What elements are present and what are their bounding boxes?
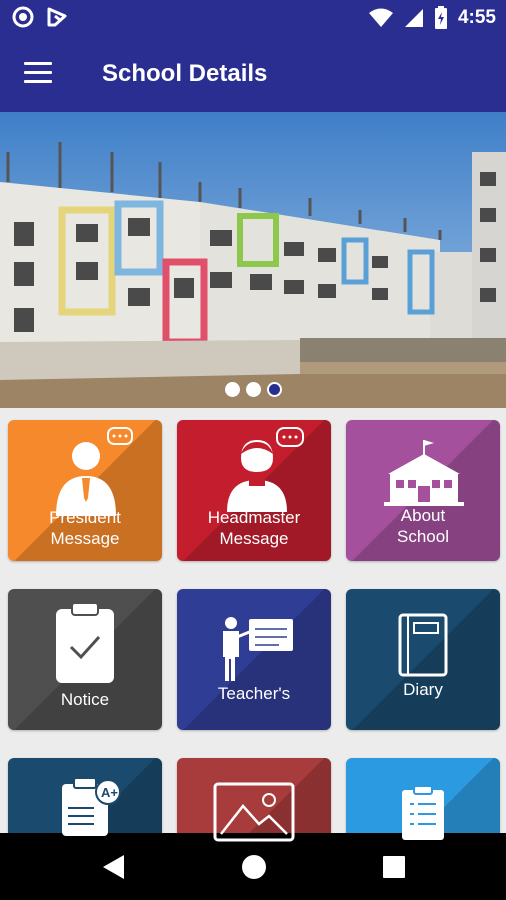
- about-school-tile[interactable]: About School: [346, 420, 500, 561]
- page-title: School Details: [102, 60, 268, 87]
- tile-label: About School: [346, 505, 500, 547]
- president-avatar-icon: [56, 427, 133, 516]
- teachers-tile[interactable]: Teacher's: [177, 589, 331, 730]
- notice-tile[interactable]: Notice: [8, 589, 162, 730]
- diary-tile[interactable]: Diary: [346, 589, 500, 730]
- school-building-photo: [0, 112, 506, 408]
- cell-signal-icon: [404, 9, 423, 27]
- checklist-icon: [402, 785, 444, 840]
- tile-label-line: School: [397, 527, 449, 546]
- home-icon[interactable]: [241, 853, 267, 881]
- tile-label: Notice: [60, 690, 110, 709]
- back-icon[interactable]: [100, 853, 126, 881]
- tile-label: Headmaster Message: [177, 507, 331, 549]
- system-navigation-bar: [0, 833, 506, 900]
- tile-label-line: President: [49, 508, 121, 527]
- carousel-dot[interactable]: [224, 382, 240, 397]
- recent-apps-icon[interactable]: [382, 853, 406, 881]
- tile-label-line: Message: [50, 529, 120, 548]
- app-bar: School Details: [0, 38, 506, 112]
- notification-circle-icon: [12, 6, 34, 28]
- tile-label: President Message: [8, 507, 162, 549]
- media-app-icon: [47, 7, 67, 27]
- hamburger-icon-bar: [24, 71, 52, 74]
- clock-time: 4:55: [457, 7, 496, 28]
- president-message-tile[interactable]: President Message: [8, 420, 162, 561]
- status-bar: 4:55: [0, 0, 506, 38]
- hamburger-icon-bar: [24, 62, 52, 65]
- teacher-board-icon: [223, 617, 293, 681]
- tile-label: Teacher's: [217, 684, 291, 703]
- hamburger-icon-bar: [24, 80, 52, 83]
- clipboard-check-icon: [56, 602, 114, 683]
- school-building-icon: [384, 440, 464, 506]
- tile-label-line: About: [400, 506, 446, 525]
- svg-text:A+: A+: [101, 785, 118, 800]
- carousel-indicator: [0, 382, 506, 397]
- carousel-dot[interactable]: [245, 382, 261, 397]
- headmaster-avatar-icon: [227, 427, 304, 512]
- report-card-icon: A+: [62, 777, 121, 836]
- tile-label-line: Message: [219, 529, 289, 548]
- notebook-icon: [398, 613, 448, 677]
- battery-charging-icon: [434, 6, 447, 29]
- menu-button[interactable]: [24, 62, 54, 86]
- tile-label: Diary: [403, 680, 443, 699]
- wifi-icon: [368, 8, 393, 27]
- school-image-carousel[interactable]: [0, 112, 506, 408]
- carousel-dot-active[interactable]: [266, 382, 282, 397]
- tile-label-line: Headmaster: [207, 508, 301, 527]
- gallery-image-icon: [213, 782, 295, 842]
- headmaster-message-tile[interactable]: Headmaster Message: [177, 420, 331, 561]
